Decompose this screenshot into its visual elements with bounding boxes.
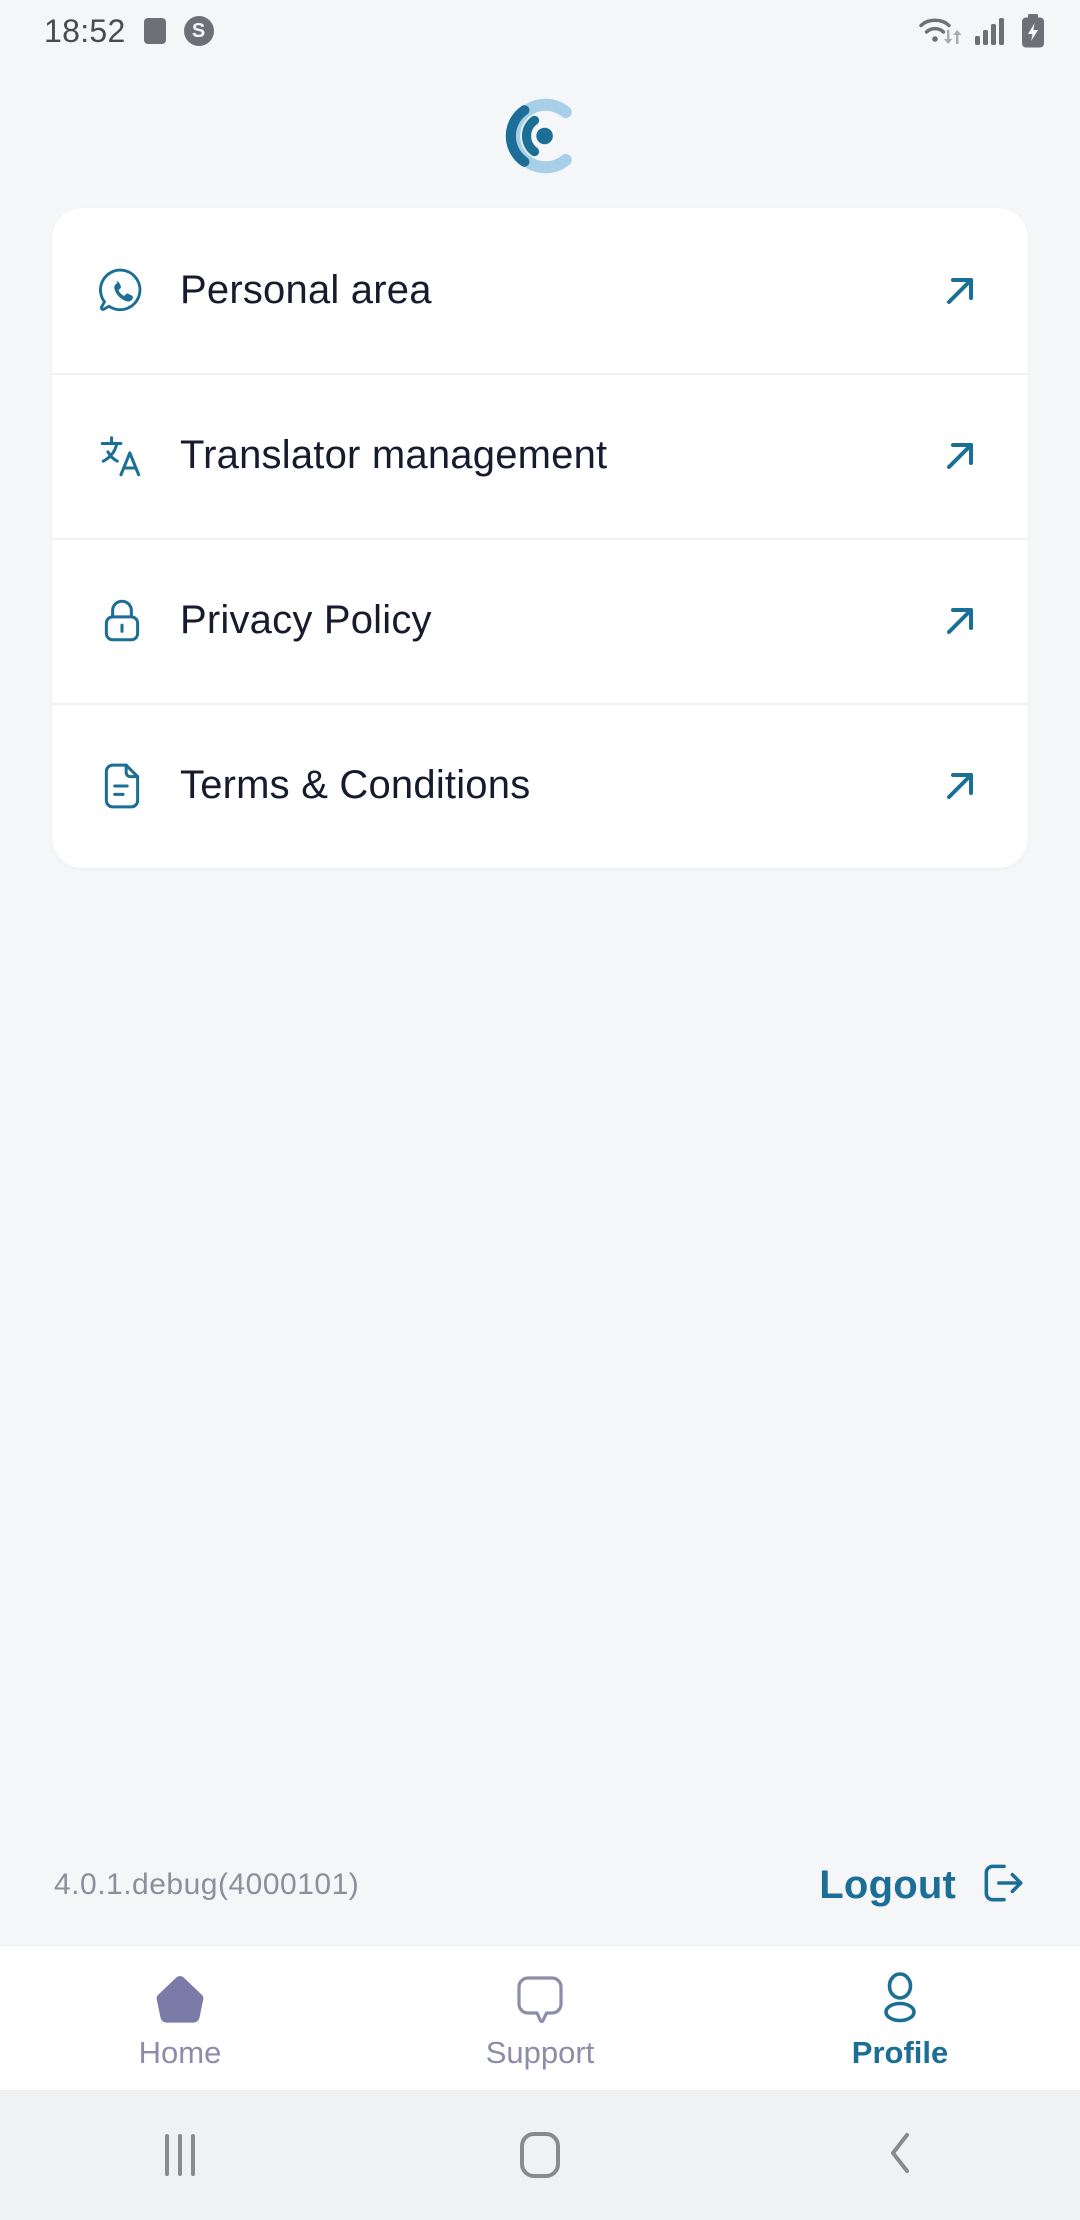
recents-icon (165, 2134, 195, 2176)
app-version-label: 4.0.1.debug(4000101) (54, 1868, 360, 1901)
app-logo-c-mark (505, 98, 572, 174)
menu-item-label: Terms & Conditions (180, 763, 531, 807)
logout-icon (978, 1858, 1028, 1913)
home-square-icon (520, 2132, 560, 2178)
main-content: Personal area Translator management Priv… (0, 208, 1080, 1825)
arrow-up-right-icon[interactable] (936, 267, 984, 315)
logout-label: Logout (819, 1862, 956, 1907)
phone-screen: 18:52 S Personal area Translator managem… (0, 0, 1080, 2220)
bottom-navigation-bar: Home Support Profile (0, 1945, 1080, 2090)
status-bar: 18:52 S (0, 0, 1080, 62)
settings-menu-card: Personal area Translator management Priv… (52, 208, 1028, 868)
nav-tab-profile[interactable]: Profile (720, 1946, 1080, 2090)
nav-tab-home[interactable]: Home (0, 1946, 360, 2090)
app-logo (0, 62, 1080, 208)
translate-icon (96, 430, 148, 482)
status-bar-left: 18:52 S (44, 13, 214, 50)
document-text-icon (96, 760, 148, 812)
home-button[interactable] (360, 2090, 720, 2220)
lock-icon (96, 595, 148, 647)
battery-charging-icon (1020, 14, 1046, 48)
menu-item-terms-conditions[interactable]: Terms & Conditions (52, 703, 1028, 868)
person-icon (871, 1969, 929, 2027)
arrow-up-right-icon[interactable] (936, 432, 984, 480)
menu-item-label: Translator management (180, 433, 608, 477)
footer-row: 4.0.1.debug(4000101) Logout (0, 1825, 1080, 1945)
menu-item-translator-management[interactable]: Translator management (52, 373, 1028, 538)
menu-item-label: Personal area (180, 268, 432, 312)
nav-tab-label: Support (485, 2034, 595, 2070)
wifi-icon (918, 14, 962, 48)
recents-button[interactable] (0, 2090, 360, 2220)
arrow-up-right-icon[interactable] (936, 762, 984, 810)
back-button[interactable] (720, 2090, 1080, 2220)
chat-bubble-icon (511, 1969, 569, 2027)
nav-tab-label: Home (138, 2034, 222, 2070)
menu-item-personal-area[interactable]: Personal area (52, 208, 1028, 373)
whatsapp-phone-bubble-icon (96, 265, 148, 317)
logout-button[interactable]: Logout (819, 1858, 1028, 1913)
menu-item-privacy-policy[interactable]: Privacy Policy (52, 538, 1028, 703)
nav-tab-support[interactable]: Support (360, 1946, 720, 2090)
nav-tab-label: Profile (851, 2034, 949, 2070)
android-system-nav (0, 2090, 1080, 2220)
cellular-signal-icon (974, 16, 1008, 46)
arrow-up-right-icon[interactable] (936, 597, 984, 645)
status-bar-right (918, 14, 1046, 48)
screen-record-indicator-icon (143, 18, 166, 44)
skype-notification-icon: S (183, 16, 214, 46)
status-bar-clock: 18:52 (44, 12, 126, 49)
menu-item-label: Privacy Policy (180, 598, 432, 642)
home-pentagon-icon (151, 1969, 209, 2027)
back-chevron-icon (883, 2129, 917, 2182)
